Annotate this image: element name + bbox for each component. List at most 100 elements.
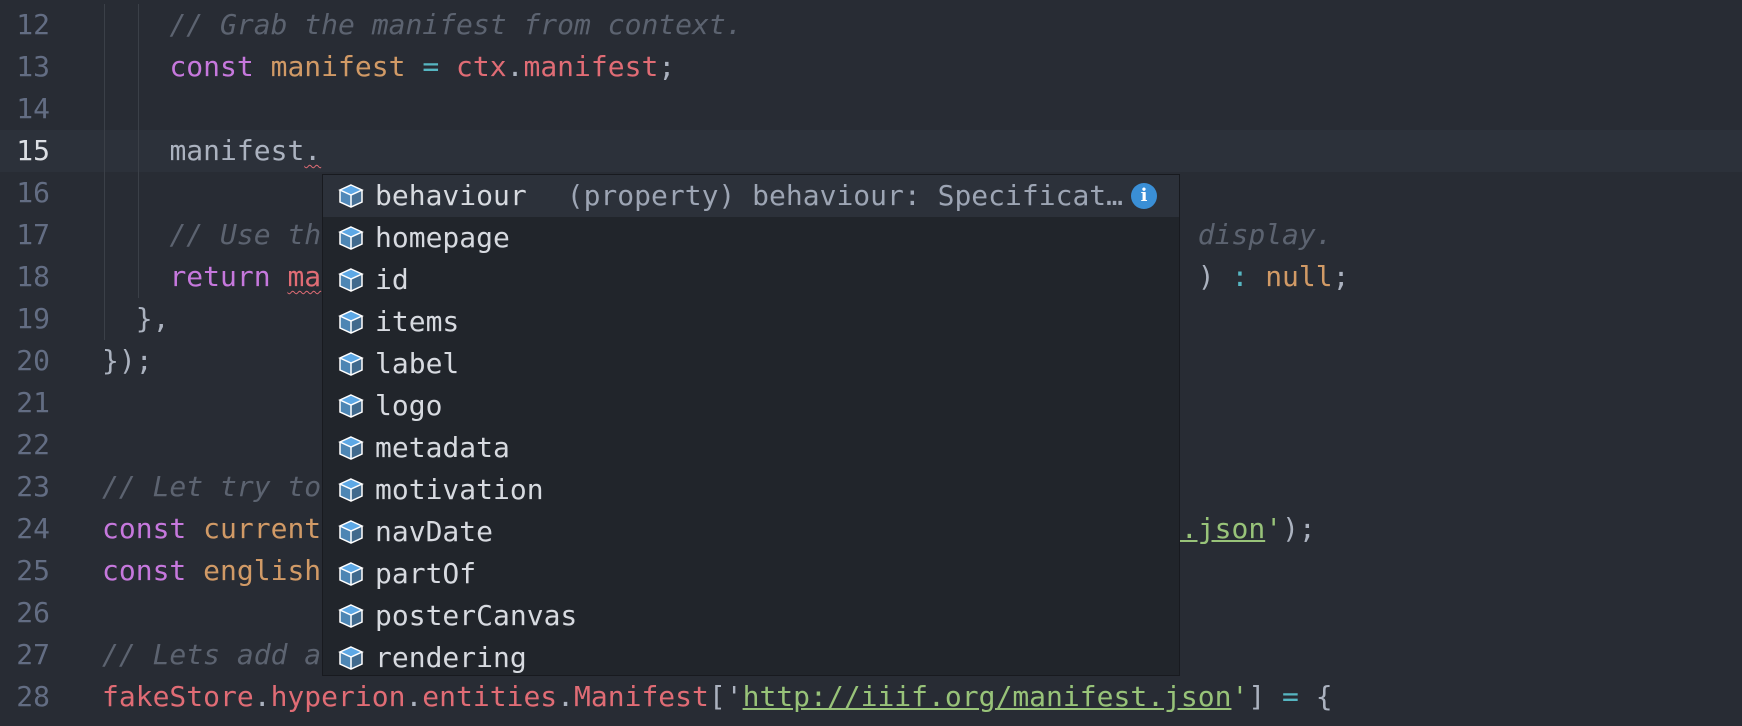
code-content: }); [102, 340, 153, 382]
code-line[interactable]: 12 // Grab the manifest from context. [0, 4, 1742, 46]
code-token: ); [1282, 512, 1316, 545]
code-line[interactable]: 15 manifest. [0, 130, 1742, 172]
code-content: // Grab the manifest from context. [169, 4, 742, 46]
indent-guide [104, 256, 105, 298]
property-cube-icon [338, 184, 364, 208]
indent-guide [104, 130, 105, 172]
autocomplete-item-label: id [375, 263, 409, 296]
code-line[interactable]: 14 [0, 88, 1742, 130]
line-number: 14 [16, 92, 50, 125]
property-cube-icon [338, 562, 364, 586]
line-number: 12 [16, 8, 50, 41]
line-number: 25 [16, 554, 50, 587]
code-token: Manifest [574, 680, 709, 713]
code-token: return [169, 260, 271, 293]
autocomplete-item-label: rendering [375, 641, 527, 674]
line-number: 22 [16, 428, 50, 461]
line-number: 26 [16, 596, 50, 629]
code-line[interactable]: 28 fakeStore.hyperion.entities.Manifest['… [0, 676, 1742, 718]
indent-guide [104, 172, 105, 214]
indent-guide [104, 214, 105, 256]
indent-guide [104, 4, 105, 46]
code-token: // Lets add a [102, 638, 322, 671]
code-token: ; [658, 50, 676, 83]
property-cube-icon [338, 352, 364, 376]
code-content: const manifest = ctx.manifest; [169, 46, 675, 88]
code-token: : [1231, 260, 1249, 293]
property-cube-icon [338, 646, 364, 670]
autocomplete-item[interactable]: id [323, 259, 1179, 301]
autocomplete-popup[interactable]: behaviour (property) behaviour: Specifica… [322, 174, 1180, 676]
property-cube-icon [338, 226, 364, 250]
property-cube-icon [338, 478, 364, 502]
code-token: ma [287, 260, 322, 293]
autocomplete-item[interactable]: metadata [323, 427, 1179, 469]
info-icon[interactable]: i [1131, 183, 1158, 209]
line-number: 13 [16, 50, 50, 83]
autocomplete-item[interactable]: homepage [323, 217, 1179, 259]
code-content: const english [102, 550, 321, 592]
indent-guide [137, 256, 139, 298]
code-token: ' [1265, 512, 1283, 545]
code-token: const [102, 512, 187, 545]
code-token: [' [708, 680, 743, 713]
autocomplete-item-label: motivation [375, 473, 544, 506]
autocomplete-item[interactable]: items [323, 301, 1179, 343]
code-token: // Use th [169, 218, 322, 251]
autocomplete-item-label: items [375, 305, 460, 338]
indent-guide [104, 298, 105, 340]
code-token: current [203, 512, 322, 545]
autocomplete-item-label: label [375, 347, 460, 380]
autocomplete-item[interactable]: logo [323, 385, 1179, 427]
code-token: ; [1332, 260, 1350, 293]
autocomplete-item-label: partOf [375, 557, 477, 590]
code-token: const [102, 554, 187, 587]
autocomplete-item[interactable]: label [323, 343, 1179, 385]
code-editor[interactable]: 12 // Grab the manifest from context. 13 co… [0, 0, 1742, 726]
autocomplete-item[interactable]: motivation [323, 469, 1179, 511]
code-line[interactable]: 13 const manifest = ctx.manifest; [0, 46, 1742, 88]
code-token: entities [422, 680, 558, 713]
code-token: . [304, 134, 322, 167]
code-token: { [1298, 680, 1333, 713]
autocomplete-item-label: metadata [375, 431, 510, 464]
line-number: 20 [16, 344, 50, 377]
code-token: manifest [270, 50, 406, 83]
autocomplete-list: behaviour (property) behaviour: Specifica… [323, 175, 1179, 675]
line-number: 18 [16, 260, 50, 293]
indent-guide [137, 172, 139, 214]
code-content: fakeStore.hyperion.entities.Manifest['ht… [102, 676, 1333, 718]
autocomplete-item-label: homepage [375, 221, 510, 254]
code-token: }, [135, 302, 170, 335]
indent-guide [137, 214, 139, 256]
property-cube-icon [338, 520, 364, 544]
code-token: . [557, 680, 575, 713]
autocomplete-item[interactable]: behaviour (property) behaviour: Specifica… [323, 175, 1179, 217]
code-token: manifest [523, 50, 659, 83]
code-token: }); [102, 344, 153, 377]
code-token: ] [1248, 680, 1283, 713]
autocomplete-item[interactable]: rendering [323, 637, 1179, 675]
line-number: 27 [16, 638, 50, 671]
line-number: 23 [16, 470, 50, 503]
line-number: 15 [16, 134, 50, 167]
property-cube-icon [338, 268, 364, 292]
indent-guide [104, 46, 105, 88]
line-number: 19 [16, 302, 50, 335]
line-number: 21 [16, 386, 50, 419]
code-content: // Lets add a [102, 634, 321, 676]
autocomplete-item-label: navDate [375, 515, 494, 548]
line-number: 28 [16, 680, 50, 713]
indent-guide [137, 130, 139, 172]
autocomplete-item[interactable]: posterCanvas [323, 595, 1179, 637]
autocomplete-item[interactable]: partOf [323, 553, 1179, 595]
code-token: // Grab the manifest from context. [169, 8, 743, 41]
code-token: manifest [169, 134, 305, 167]
indent-guide [137, 88, 139, 130]
indent-guide [137, 4, 139, 46]
property-cube-icon [338, 436, 364, 460]
autocomplete-item[interactable]: navDate [323, 511, 1179, 553]
